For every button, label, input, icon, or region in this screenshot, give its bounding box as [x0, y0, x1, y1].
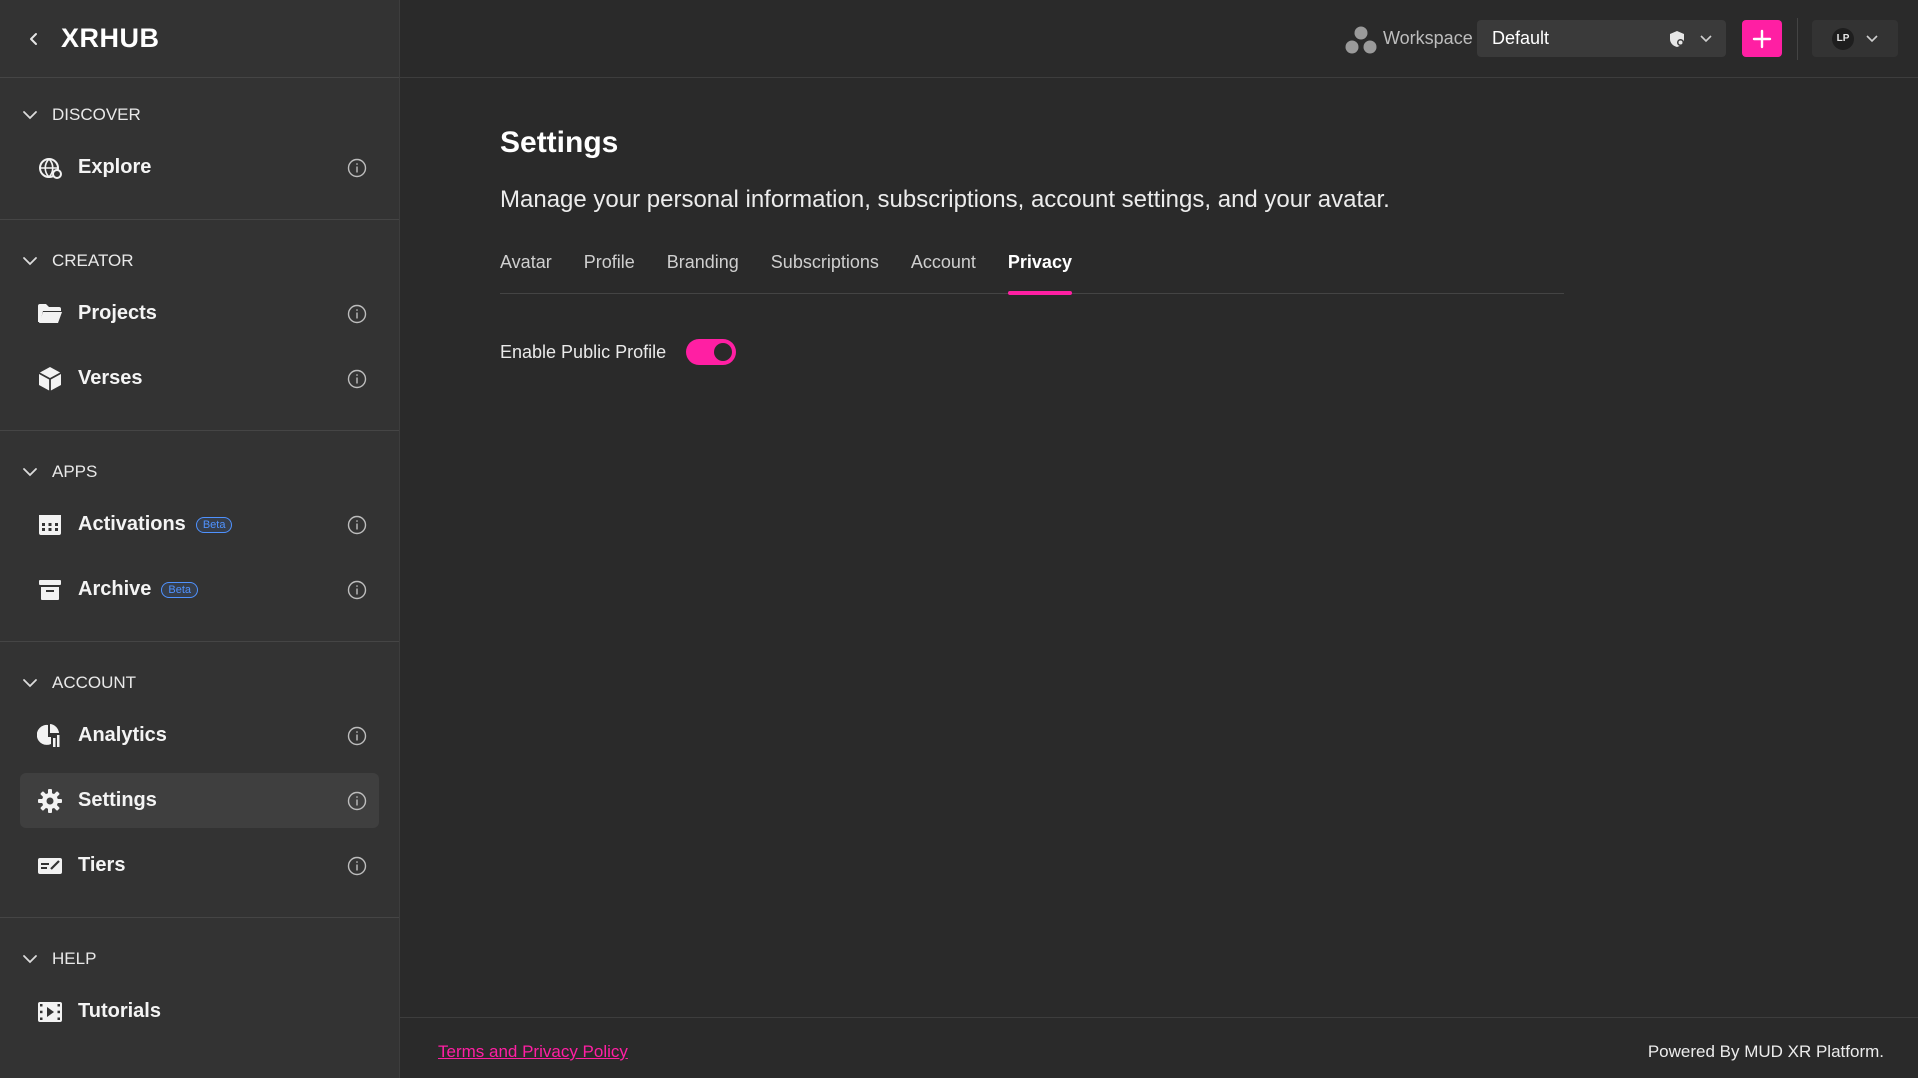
user-menu-button[interactable]: LP [1812, 20, 1898, 57]
info-icon[interactable] [347, 158, 367, 178]
tab-privacy[interactable]: Privacy [1007, 252, 1073, 295]
section-title: APPS [52, 462, 98, 481]
card-icon [36, 852, 64, 880]
footer: Terms and Privacy Policy Powered By MUD … [400, 1017, 1918, 1078]
avatar: LP [1832, 27, 1854, 50]
folder-icon [36, 300, 64, 328]
sidebar-item-tiers[interactable]: Tiers [20, 838, 379, 893]
info-icon[interactable] [347, 515, 367, 535]
sidebar-item-explore[interactable]: Explore [20, 140, 379, 195]
video-icon [36, 998, 64, 1026]
cube-icon [36, 365, 64, 393]
info-icon[interactable] [347, 369, 367, 389]
sidebar-item-label: Tutorials [78, 1000, 161, 1022]
calendar-icon [36, 511, 64, 539]
plus-icon [1752, 29, 1772, 48]
public-profile-setting: Enable Public Profile [500, 339, 737, 365]
workspace-label: Workspace [1383, 28, 1473, 48]
sidebar-item-settings[interactable]: Settings [20, 773, 379, 828]
sidebar-item-archive[interactable]: Archive Beta [20, 562, 379, 617]
section-title: DISCOVER [52, 105, 141, 124]
sidebar-header: XRHUB [0, 0, 399, 78]
section-toggle-help[interactable]: HELP [0, 918, 399, 984]
brand-logo-text: XRHUB [61, 23, 160, 53]
sidebar-item-activations[interactable]: Activations Beta [20, 497, 379, 552]
sidebar-item-verses[interactable]: Verses [20, 351, 379, 406]
section-account: ACCOUNT Analytics Settings Tiers [0, 642, 399, 918]
gear-icon [36, 787, 64, 815]
tab-subscriptions[interactable]: Subscriptions [771, 252, 879, 294]
info-icon[interactable] [347, 856, 367, 876]
page-subtitle: Manage your personal information, subscr… [500, 186, 1390, 213]
archive-icon [36, 576, 64, 604]
tab-profile[interactable]: Profile [584, 252, 635, 294]
add-button[interactable] [1742, 20, 1782, 57]
sidebar-item-label: Settings [78, 789, 157, 811]
workspace-selected-value: Default [1492, 28, 1550, 48]
beta-badge: Beta [195, 516, 233, 533]
section-toggle-discover[interactable]: DISCOVER [0, 90, 399, 140]
chevron-down-icon [23, 679, 37, 688]
info-icon[interactable] [347, 580, 367, 600]
chevron-left-icon [30, 32, 37, 45]
workspace-settings-icon[interactable] [1668, 30, 1686, 48]
sidebar-item-analytics[interactable]: Analytics [20, 708, 379, 763]
info-icon[interactable] [347, 791, 367, 811]
sidebar: XRHUB DISCOVER Explore CREATOR Projects [0, 0, 400, 1078]
terms-privacy-link[interactable]: Terms and Privacy Policy [438, 1042, 628, 1062]
info-icon[interactable] [347, 726, 367, 746]
section-discover: DISCOVER Explore [0, 90, 399, 220]
workspace-select[interactable]: Default [1477, 20, 1726, 57]
workspace-icon [1345, 26, 1377, 54]
section-title: ACCOUNT [52, 673, 137, 692]
top-bar: Workspace Default LP [400, 0, 1918, 78]
beta-badge: Beta [161, 581, 199, 598]
section-title: HELP [52, 949, 97, 968]
globe-icon [36, 154, 64, 182]
toggle-knob [714, 343, 733, 361]
chevron-down-icon [23, 257, 37, 266]
public-profile-label: Enable Public Profile [500, 341, 667, 362]
tab-account[interactable]: Account [911, 252, 976, 294]
sidebar-item-label: Archive [78, 578, 152, 600]
analytics-icon [36, 722, 64, 750]
chevron-down-icon [1866, 34, 1878, 42]
section-apps: APPS Activations Beta Archive Beta [0, 431, 399, 642]
sidebar-item-label: Analytics [78, 724, 167, 746]
sidebar-item-projects[interactable]: Projects [20, 286, 379, 341]
section-title: CREATOR [52, 251, 134, 270]
section-toggle-apps[interactable]: APPS [0, 431, 399, 497]
section-toggle-creator[interactable]: CREATOR [0, 220, 399, 286]
sidebar-item-label: Verses [78, 367, 143, 389]
sidebar-item-label: Explore [78, 156, 152, 178]
public-profile-toggle[interactable] [686, 339, 737, 365]
topbar-divider [1797, 18, 1798, 60]
section-help: HELP Tutorials [0, 918, 399, 1063]
chevron-down-icon [23, 468, 37, 477]
sidebar-item-tutorials[interactable]: Tutorials [20, 984, 379, 1039]
back-button[interactable] [17, 22, 51, 56]
page-title: Settings [500, 126, 619, 159]
sidebar-item-label: Projects [78, 302, 157, 324]
section-creator: CREATOR Projects Verses [0, 220, 399, 431]
settings-tabs: Avatar Profile Branding Subscriptions Ac… [500, 252, 1564, 295]
sidebar-item-label: Activations [78, 513, 186, 535]
tab-avatar[interactable]: Avatar [500, 252, 552, 294]
powered-by-text: Powered By MUD XR Platform. [1647, 1042, 1884, 1061]
tab-branding[interactable]: Branding [667, 252, 739, 294]
info-icon[interactable] [347, 304, 367, 324]
chevron-down-icon [1700, 35, 1712, 43]
chevron-down-icon [23, 955, 37, 964]
sidebar-item-label: Tiers [78, 854, 126, 876]
section-toggle-account[interactable]: ACCOUNT [0, 642, 399, 708]
chevron-down-icon [23, 111, 37, 120]
